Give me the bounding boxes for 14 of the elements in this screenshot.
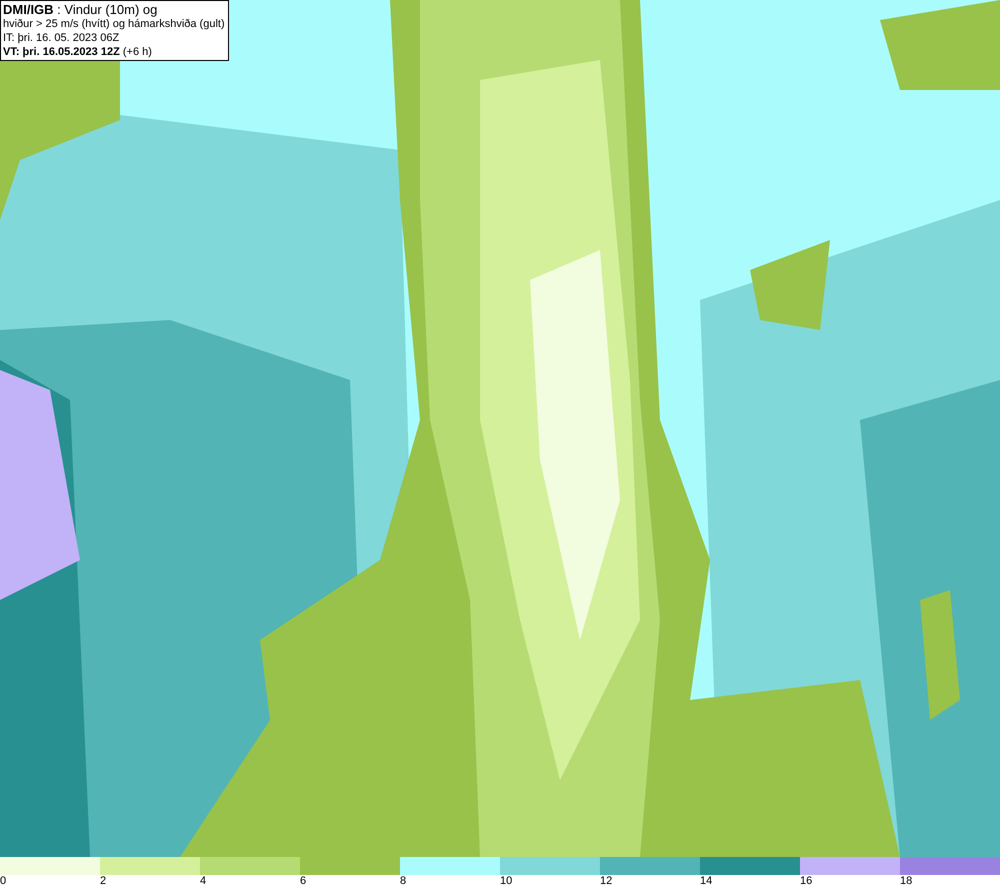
legend-label: 12: [600, 875, 612, 887]
legend-label: 4: [200, 875, 206, 887]
info-text: DMI/IGB : Vindur (10m) og: [3, 2, 158, 17]
legend-label: 14: [700, 875, 712, 887]
info-text: hviður > 25 m/s (hvítt) og hámarkshviða (gult): [3, 17, 226, 31]
legend-label: 2: [100, 875, 106, 887]
legend-label: 18: [900, 875, 912, 887]
legend-label: 6: [300, 875, 306, 887]
info-text: IT: þri. 16. 05. 2023 06Z: [3, 31, 120, 45]
legend-label: 10: [500, 875, 512, 887]
legend-label: 16: [800, 875, 812, 887]
legend-label: 0: [0, 875, 6, 887]
legend-label: 8: [400, 875, 406, 887]
info-text: VT: þri. 16.05.2023 12Z (+6 h): [3, 45, 153, 59]
